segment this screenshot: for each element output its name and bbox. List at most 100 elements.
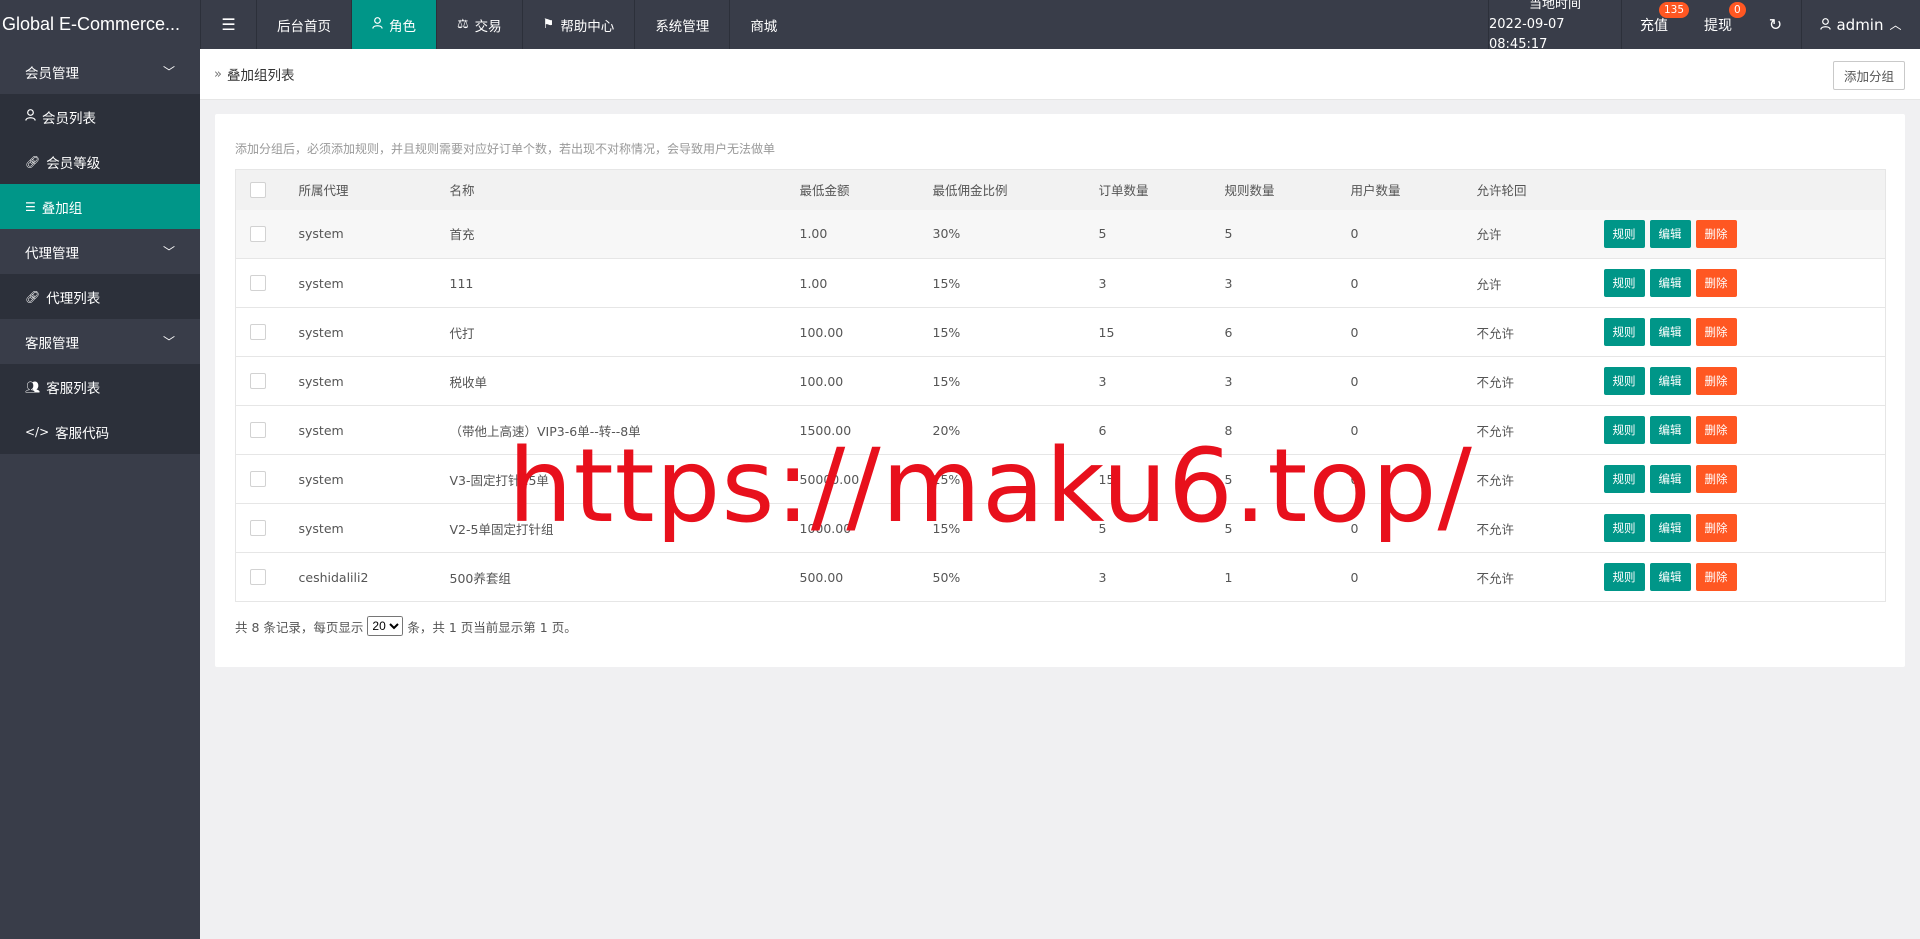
- nav-role[interactable]: 角色: [351, 0, 436, 49]
- add-group-button[interactable]: 添加分组: [1832, 61, 1905, 90]
- code-icon: </>: [25, 424, 50, 439]
- row-checkbox[interactable]: [250, 373, 266, 390]
- row-checkbox[interactable]: [250, 569, 266, 586]
- pagination: 共 8 条记录，每页显示 20 条，共 1 页当前显示第 1 页。: [235, 616, 577, 636]
- edit-button[interactable]: 编辑: [1649, 514, 1691, 542]
- row-checkbox-cell: [236, 357, 299, 406]
- table-row: system 税收单 100.00 15% 3 3 0 不允许 规则 编辑 删除: [235, 357, 1886, 406]
- row-checkbox[interactable]: [250, 520, 266, 537]
- col-agent: 所属代理: [298, 183, 349, 199]
- nav-home[interactable]: 后台首页: [256, 0, 351, 49]
- sidebar-item-agent-list[interactable]: 🔗︎ 代理列表: [0, 274, 200, 319]
- cell-name: 111: [449, 275, 474, 291]
- sidebar-group-members[interactable]: 会员管理 ﹀: [0, 49, 200, 94]
- cell-min-commission: 15%: [932, 471, 961, 487]
- edit-button[interactable]: 编辑: [1649, 367, 1691, 395]
- cell-user-count: 0: [1350, 422, 1359, 438]
- edit-button[interactable]: 编辑: [1649, 269, 1691, 297]
- col-min-amount: 最低金额: [799, 183, 850, 199]
- row-checkbox-cell: [236, 308, 299, 357]
- sidebar-group-support[interactable]: 客服管理 ﹀: [0, 319, 200, 364]
- rules-button[interactable]: 规则: [1603, 514, 1645, 542]
- user-icon: [372, 16, 383, 33]
- withdraw-label: 提现: [1704, 17, 1732, 34]
- row-checkbox[interactable]: [250, 422, 266, 439]
- col-allow-loop: 允许轮回: [1476, 183, 1527, 199]
- cell-allow-loop: 允许: [1476, 276, 1502, 292]
- sidebar-toggle-button[interactable]: ☰: [200, 0, 256, 49]
- delete-button[interactable]: 删除: [1695, 514, 1737, 542]
- sidebar-item-stack-group[interactable]: ☰ 叠加组: [0, 184, 200, 229]
- sidebar-group-label: 客服管理: [25, 335, 79, 352]
- select-all-checkbox[interactable]: [250, 182, 266, 198]
- row-checkbox[interactable]: [250, 471, 266, 488]
- top-nav: ☰ 后台首页 角色 ⚖ 交易 ⚑ 帮助中心 系统管理 商城: [200, 0, 797, 49]
- row-checkbox[interactable]: [250, 226, 266, 242]
- edit-button[interactable]: 编辑: [1649, 563, 1691, 591]
- nav-mall[interactable]: 商城: [729, 0, 797, 49]
- cell-agent: system: [298, 275, 344, 291]
- refresh-button[interactable]: ↻: [1750, 0, 1802, 49]
- cell-order-count: 3: [1098, 275, 1107, 291]
- row-checkbox-cell: [236, 259, 299, 308]
- chevron-up-icon: ︿: [1889, 18, 1902, 32]
- edit-button[interactable]: 编辑: [1649, 318, 1691, 346]
- local-clock: 当地时间 2022-09-07 08:45:17: [1488, 0, 1622, 52]
- withdraw-button[interactable]: 提现 0: [1686, 0, 1750, 49]
- edit-button[interactable]: 编辑: [1649, 219, 1691, 248]
- sidebar-item-member-level[interactable]: 🔗︎ 会员等级: [0, 139, 200, 184]
- cell-user-count: 0: [1350, 275, 1359, 291]
- delete-button[interactable]: 删除: [1695, 367, 1737, 395]
- cell-rule-count: 1: [1224, 569, 1233, 585]
- sidebar-item-support-code[interactable]: </> 客服代码: [0, 409, 200, 454]
- nav-trade[interactable]: ⚖ 交易: [436, 0, 522, 49]
- cell-allow-loop: 允许: [1476, 227, 1502, 243]
- breadcrumb: » 叠加组列表 添加分组: [200, 49, 1920, 100]
- sidebar-group-label: 代理管理: [25, 245, 79, 262]
- rules-button[interactable]: 规则: [1603, 269, 1645, 297]
- sidebar-item-label: 会员列表: [42, 110, 96, 127]
- delete-button[interactable]: 删除: [1695, 219, 1737, 248]
- edit-button[interactable]: 编辑: [1649, 416, 1691, 444]
- cell-order-count: 3: [1098, 569, 1107, 585]
- row-checkbox[interactable]: [250, 324, 266, 341]
- nav-system[interactable]: 系统管理: [634, 0, 729, 49]
- delete-button[interactable]: 删除: [1695, 318, 1737, 346]
- rules-button[interactable]: 规则: [1603, 416, 1645, 444]
- delete-button[interactable]: 删除: [1695, 465, 1737, 493]
- cell-allow-loop: 不允许: [1476, 472, 1515, 488]
- cell-order-count: 15: [1098, 324, 1115, 340]
- recharge-button[interactable]: 充值 135: [1622, 0, 1690, 49]
- cell-rule-count: 3: [1224, 275, 1233, 291]
- edit-button[interactable]: 编辑: [1649, 465, 1691, 493]
- delete-button[interactable]: 删除: [1695, 563, 1737, 591]
- sidebar-group-agents[interactable]: 代理管理 ﹀: [0, 229, 200, 274]
- rules-button[interactable]: 规则: [1603, 465, 1645, 493]
- col-actions: [1604, 170, 1886, 210]
- rules-button[interactable]: 规则: [1603, 318, 1645, 346]
- group-table: 所属代理 名称 最低金额 最低佣金比例 订单数量 规则数量 用户数量 允许轮回 …: [235, 169, 1886, 602]
- row-actions: 规则 编辑 删除: [1603, 455, 1886, 504]
- row-checkbox[interactable]: [250, 275, 266, 292]
- row-actions: 规则 编辑 删除: [1603, 259, 1886, 308]
- list-icon: ☰: [25, 199, 36, 214]
- nav-help[interactable]: ⚑ 帮助中心: [521, 0, 635, 49]
- table-row: system 111 1.00 15% 3 3 0 允许 规则 编辑 删除: [235, 259, 1886, 308]
- rules-button[interactable]: 规则: [1603, 219, 1645, 248]
- sidebar-item-member-list[interactable]: 会员列表: [0, 94, 200, 139]
- withdraw-badge: 0: [1729, 2, 1746, 18]
- user-menu[interactable]: admin ︿: [1802, 0, 1920, 49]
- table-row: ceshidalili2 500养套组 500.00 50% 3 1 0 不允许 规则 编辑 删除: [235, 553, 1886, 602]
- cell-min-amount: 1500.00: [799, 422, 852, 438]
- cell-order-count: 6: [1098, 422, 1107, 438]
- sidebar-item-support-list[interactable]: 👥︎ 客服列表: [0, 364, 200, 409]
- link-icon: 🔗︎: [25, 154, 41, 169]
- cell-allow-loop: 不允许: [1476, 423, 1515, 439]
- rules-button[interactable]: 规则: [1603, 367, 1645, 395]
- nav-trade-label: 交易: [474, 18, 502, 35]
- delete-button[interactable]: 删除: [1695, 416, 1737, 444]
- rules-button[interactable]: 规则: [1603, 563, 1645, 591]
- row-checkbox-cell: [236, 406, 299, 455]
- delete-button[interactable]: 删除: [1695, 269, 1737, 297]
- page-size-select[interactable]: 20: [367, 616, 404, 636]
